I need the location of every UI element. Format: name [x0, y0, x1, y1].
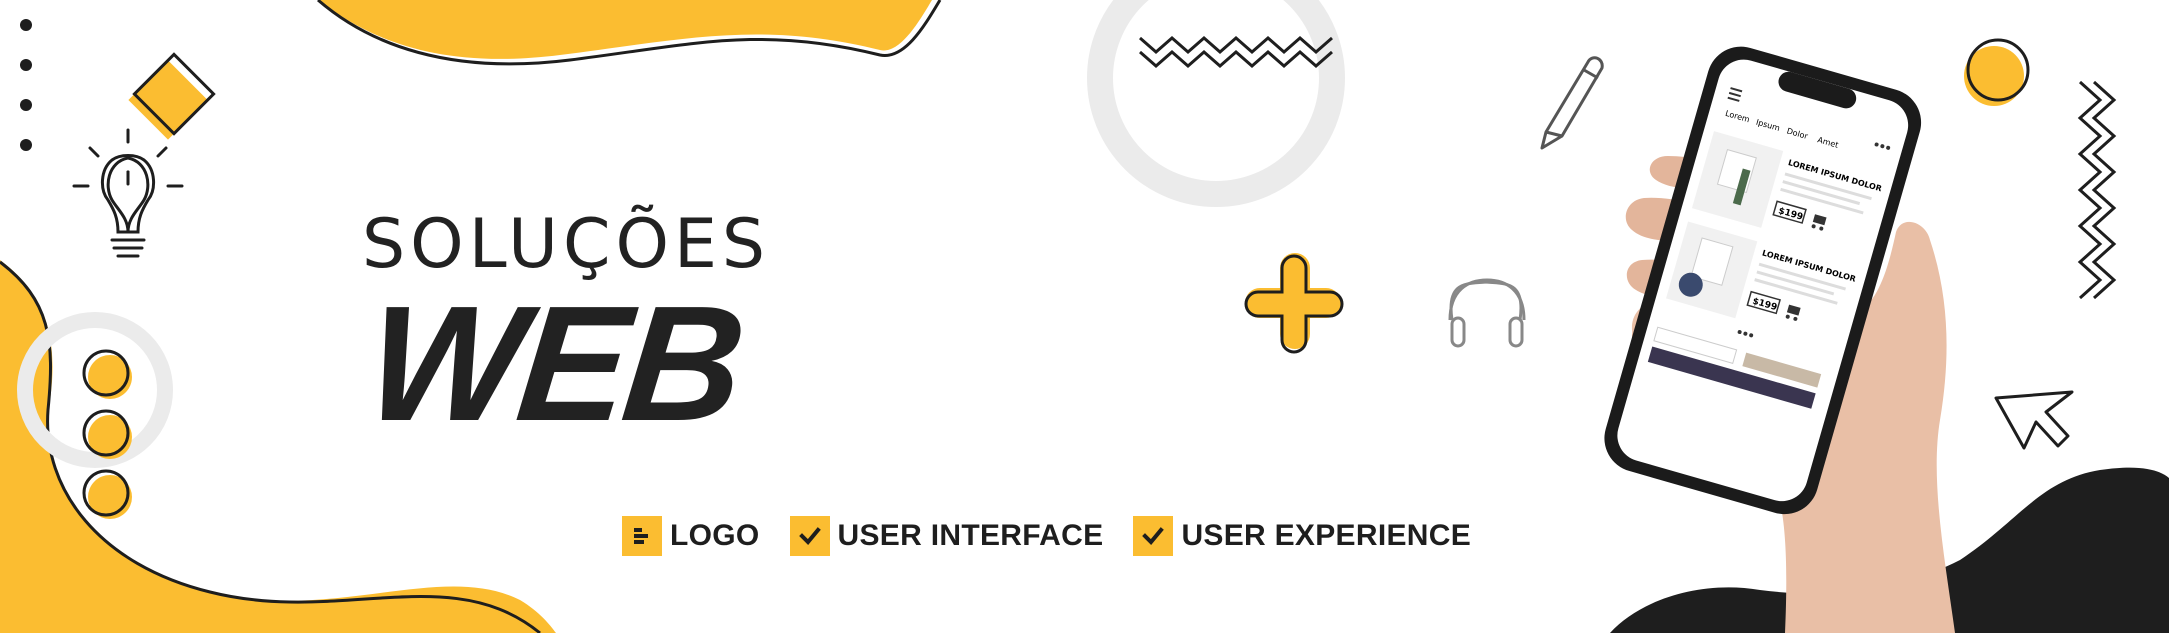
diamond-icon — [128, 52, 216, 140]
headphones-icon — [1448, 278, 1526, 348]
features-row: LOGO USER INTERFACE USER EXPERIENCE — [622, 516, 1471, 556]
plus-icon — [1244, 253, 1344, 354]
lightbulb-icon — [72, 128, 184, 258]
feature-user-interface: USER INTERFACE — [789, 516, 1104, 556]
feature-user-experience: USER EXPERIENCE — [1133, 516, 1471, 556]
check-icon — [1133, 516, 1174, 556]
zigzag-icon — [1139, 36, 1333, 68]
vertical-zigzag-icon — [2077, 80, 2117, 300]
logo-bars-icon — [622, 516, 662, 556]
left-circles — [82, 349, 132, 519]
phone-illustration: Lorem Ipsum Dolor Amet LOREM IPSUM DOLOR… — [1604, 46, 1955, 633]
feature-label-user-interface: USER INTERFACE — [837, 519, 1104, 552]
feature-logo: LOGO — [622, 516, 760, 556]
check-icon — [789, 516, 830, 556]
feature-label-user-experience: USER EXPERIENCE — [1181, 519, 1472, 552]
dots-icon — [20, 19, 32, 151]
cursor-arrow-icon — [1994, 390, 2074, 450]
center-gray-ring — [1087, 0, 1345, 207]
feature-label-logo: LOGO — [670, 519, 760, 552]
headline-title: WEB — [359, 272, 749, 455]
web-solutions-banner: Lorem Ipsum Dolor Amet LOREM IPSUM DOLOR… — [0, 0, 2169, 633]
